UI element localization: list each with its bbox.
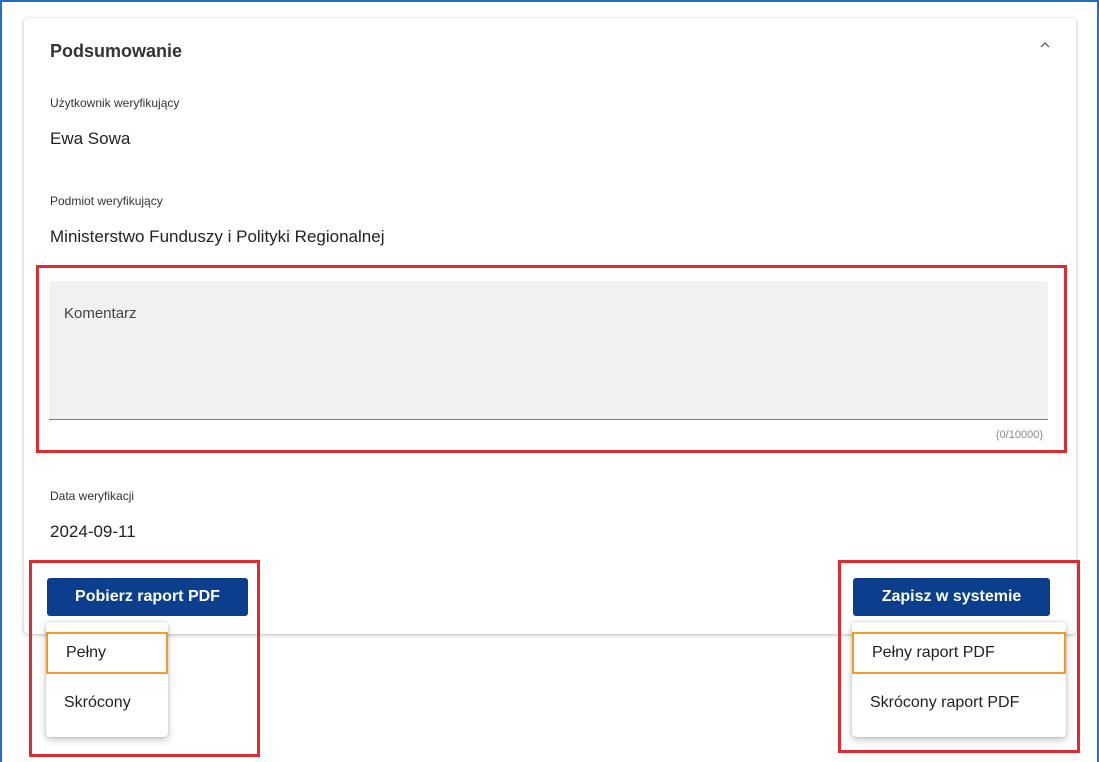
- chevron-up-icon[interactable]: [1037, 37, 1053, 53]
- section-title: Podsumowanie: [50, 41, 183, 61]
- highlight-download-area: [29, 560, 260, 757]
- window-border-left: [0, 0, 2, 762]
- date-value: 2024-09-11: [50, 522, 136, 541]
- date-label: Data weryfikacji: [50, 489, 135, 503]
- window-border-top: [0, 0, 1099, 2]
- highlight-save-area: [838, 560, 1080, 753]
- entity-value: Ministerstwo Funduszy i Polityki Regiona…: [50, 227, 385, 246]
- highlight-comment-box: [36, 265, 1067, 453]
- entity-label: Podmiot weryfikujący: [50, 194, 163, 208]
- user-label: Użytkownik weryfikujący: [50, 96, 180, 110]
- user-value: Ewa Sowa: [50, 129, 131, 148]
